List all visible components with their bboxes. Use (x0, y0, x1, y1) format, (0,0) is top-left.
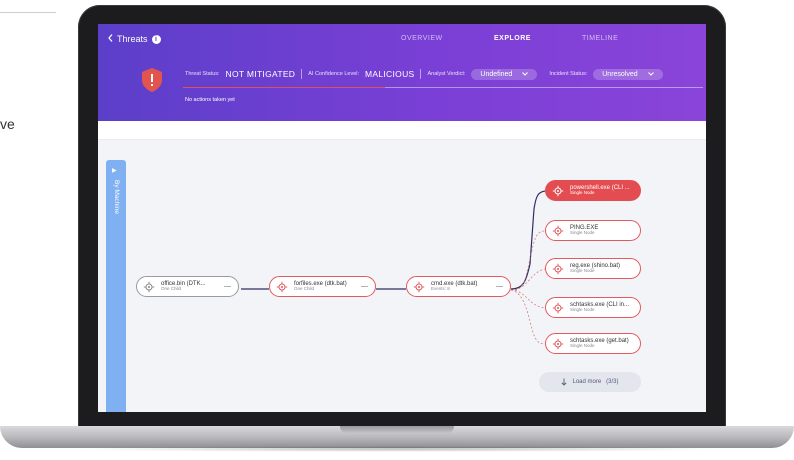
process-node-ping[interactable]: PING.EXE Single Node (545, 220, 641, 241)
page-text-fragment: ve (0, 116, 15, 132)
load-more-label: Load more (572, 379, 602, 385)
process-node-cmd[interactable]: cmd.exe (dtk.bat) Events: 8 — (406, 276, 511, 297)
gear-icon (413, 281, 425, 292)
gear-icon (552, 338, 564, 349)
app-screen: Threats i OVERVIEW EXPLORE TIMELINE Thre… (98, 24, 706, 412)
expand-node-button[interactable]: — (361, 283, 368, 290)
laptop-shadow (70, 446, 724, 452)
process-node-schtasks-cli[interactable]: schtasks.exe (CLI in... Single Node (545, 297, 641, 318)
load-more-count: (3/3) (606, 379, 619, 385)
process-node-forfiles[interactable]: forfiles.exe (dtk.bat) One Child — (269, 276, 376, 297)
gear-icon (552, 263, 564, 274)
process-node-office-bin[interactable]: office.bin (DTK... One Child — (136, 276, 239, 297)
gear-icon (552, 225, 564, 236)
node-subtitle: Single Node (570, 343, 595, 349)
laptop-notch (340, 426, 454, 434)
expand-node-button[interactable]: — (224, 283, 231, 290)
gear-icon (552, 185, 564, 196)
gear-icon (276, 281, 288, 292)
node-subtitle: Single Node (570, 307, 595, 313)
node-subtitle: Single Node (570, 190, 595, 196)
node-subtitle: One Child (294, 286, 315, 292)
process-node-reg[interactable]: reg.exe (shino.bat) Single Node (545, 258, 641, 279)
load-more-button[interactable]: Load more (3/3) (539, 372, 641, 392)
gear-icon (143, 281, 155, 292)
node-subtitle: Single Node (570, 230, 595, 236)
expand-node-button[interactable]: — (496, 283, 503, 290)
gear-icon (552, 302, 564, 313)
process-node-powershell[interactable]: powershell.exe (CLI ... Single Node (545, 180, 641, 201)
node-subtitle: Events: 8 (431, 286, 450, 292)
process-node-schtasks-get[interactable]: schtasks.exe (get.bat) Single Node (545, 333, 641, 354)
node-subtitle: Single Node (570, 268, 595, 274)
arrow-down-icon (561, 378, 568, 386)
page-divider-line (0, 12, 56, 13)
node-subtitle: One Child (161, 286, 182, 292)
laptop-base (0, 426, 794, 448)
